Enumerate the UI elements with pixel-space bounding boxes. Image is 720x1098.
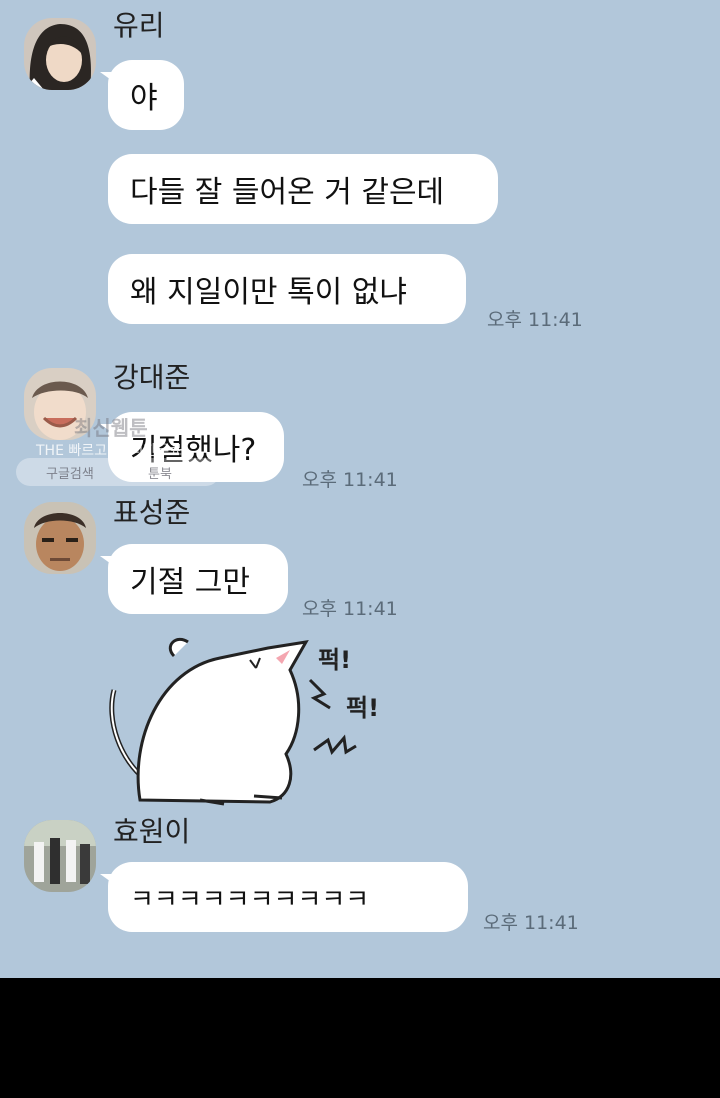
message-bubble[interactable]: 기절 그만 [100,544,288,614]
message-bubble[interactable]: ㅋㅋㅋㅋㅋㅋㅋㅋㅋㅋ [100,862,468,932]
google-search-label: 구글검색 [46,467,94,482]
avatar-yuri[interactable] [24,18,96,90]
message-time: 오후 11:41 [302,469,398,491]
watermark-subtitle: THE 빠르고 TH리한무료 [36,443,183,459]
message-text: ㅋㅋㅋㅋㅋㅋㅋㅋㅋㅋ [130,884,370,915]
sender-name: 표성준 [113,496,191,529]
message-text: 왜 지일이만 톡이 없냐 [130,275,408,310]
sticker-text: 퍽! [318,646,351,674]
watermark-title: 최신웹툰 [74,416,148,440]
cat-sticker[interactable]: 퍽! 퍽! [100,630,400,820]
sender-name: 효원이 [113,815,191,848]
message-bubble[interactable]: 다들 잘 들어온 거 같은데 [108,154,498,224]
message-bubble[interactable]: 왜 지일이만 톡이 없냐 [108,254,466,324]
sender-name: 유리 [113,9,165,42]
watermark: 최신웹툰 THE 빠르고 TH리한무료 구글검색 툰북 [16,412,226,490]
message-text: 다들 잘 들어온 거 같은데 [130,175,445,210]
message-text: 야 [130,81,158,116]
chat-room: 유리 야 다들 잘 들어온 거 같은데 왜 지일이만 톡이 없냐 오후 11:4… [0,0,720,978]
message-time: 오후 11:41 [302,598,398,620]
avatar-hyowon[interactable] [24,820,96,892]
bottom-bar [0,978,720,1098]
message-time: 오후 11:41 [487,309,583,331]
sender-name: 강대준 [113,361,191,394]
message-bubble[interactable]: 야 [100,60,184,130]
sticker-text: 퍽! [346,694,379,722]
avatar-pyo-seongjun[interactable] [24,502,96,574]
watermark-links: 구글검색 툰북 [16,458,220,486]
message-time: 오후 11:41 [483,912,579,934]
toonbook-label: 툰북 [148,467,172,482]
message-text: 기절 그만 [130,565,250,600]
